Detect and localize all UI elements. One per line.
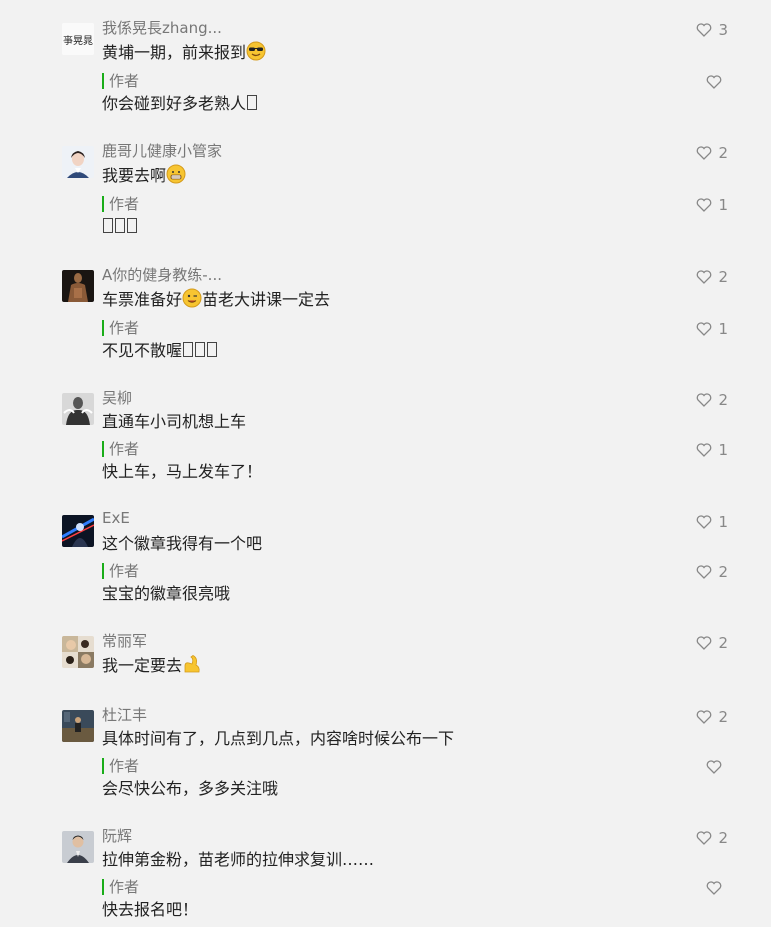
like-button[interactable]: 2 [696, 829, 728, 847]
heart-icon [706, 881, 722, 895]
missing-glyph [195, 342, 206, 357]
like-count: 2 [718, 563, 728, 581]
avatar[interactable] [62, 831, 94, 863]
author-reply-label: 作者 [102, 441, 139, 457]
like-count: 1 [718, 320, 728, 338]
author-reply-label: 作者 [102, 563, 139, 579]
author-reply-label: 作者 [102, 879, 139, 895]
comment-nickname[interactable]: 杜江丰 [102, 704, 147, 725]
heart-icon [697, 198, 712, 212]
sunglasses-emoji-icon [246, 41, 266, 61]
heart-icon [697, 23, 712, 37]
like-count: 2 [718, 144, 728, 162]
heart-icon [697, 443, 712, 457]
like-count: 2 [718, 268, 728, 286]
like-button[interactable]: 3 [696, 21, 728, 39]
reply-text: 宝宝的徽章很亮哦 [102, 584, 231, 603]
heart-icon [706, 75, 722, 89]
comment-text: 直通车小司机想上车 [102, 412, 247, 431]
like-button[interactable]: 2 [696, 391, 728, 409]
like-count: 1 [718, 196, 728, 214]
missing-glyph [127, 218, 137, 233]
author-reply-label: 作者 [102, 196, 139, 212]
like-button[interactable]: 2 [696, 144, 728, 162]
missing-glyph [183, 342, 194, 357]
missing-glyph [103, 218, 113, 233]
heart-icon [697, 515, 712, 529]
avatar[interactable]: 亊晃晁 [62, 23, 94, 55]
reply-like-button[interactable]: 2 [696, 563, 728, 581]
comment-text: 我要去啊 [102, 164, 186, 187]
like-count: 1 [718, 513, 728, 531]
like-button[interactable]: 2 [696, 634, 728, 652]
comment-text: 拉伸第金粉，苗老师的拉伸求复训…… [102, 850, 375, 869]
comment-nickname[interactable]: 鹿哥儿健康小管家 [102, 140, 222, 161]
comment-nickname[interactable]: ExE [102, 509, 130, 527]
svg-text:亊晃晁: 亊晃晁 [63, 35, 93, 47]
reply-text: 不见不散喔 [102, 340, 218, 362]
heart-icon [697, 636, 712, 650]
reply-like-button[interactable]: 1 [696, 196, 728, 214]
comment-nickname[interactable]: 吴柳 [102, 387, 132, 408]
heart-icon [697, 322, 712, 336]
heart-icon [697, 710, 712, 724]
avatar[interactable] [62, 636, 94, 668]
author-reply-label: 作者 [102, 758, 139, 774]
avatar[interactable] [62, 146, 94, 178]
reply-like-button[interactable]: 1 [696, 441, 728, 459]
like-count: 3 [718, 21, 728, 39]
heart-icon [697, 146, 712, 160]
reply-text: 快去报名吧！ [102, 900, 199, 919]
like-button[interactable]: 1 [696, 513, 728, 531]
reply-text [102, 216, 138, 238]
reply-text: 快上车，马上发车了！ [102, 462, 263, 481]
comment-nickname[interactable]: 阮辉 [102, 825, 132, 846]
heart-icon [697, 831, 712, 845]
author-reply-label: 作者 [102, 320, 139, 336]
reply-text: 会尽快公布，多多关注哦 [102, 779, 279, 798]
avatar[interactable] [62, 710, 94, 742]
like-count: 2 [718, 634, 728, 652]
flexed-bicep-emoji-icon [184, 655, 200, 673]
comment-text: 具体时间有了，几点到几点，内容啥时候公布一下 [102, 729, 455, 748]
reply-like-button[interactable] [706, 879, 728, 897]
heart-icon [697, 270, 712, 284]
wink-emoji-icon [182, 288, 202, 308]
heart-icon [697, 565, 712, 579]
like-count: 2 [718, 708, 728, 726]
comment-text: 这个徽章我得有一个吧 [102, 534, 263, 553]
heart-icon [697, 393, 712, 407]
avatar[interactable] [62, 270, 94, 302]
avatar[interactable] [62, 515, 94, 547]
like-button[interactable]: 2 [696, 708, 728, 726]
heart-icon [706, 760, 722, 774]
missing-glyph [207, 342, 218, 357]
author-reply-label: 作者 [102, 73, 139, 89]
like-count: 2 [718, 391, 728, 409]
reply-text: 你会碰到好多老熟人 [102, 93, 258, 115]
missing-glyph [247, 95, 258, 110]
avatar[interactable] [62, 393, 94, 425]
comment-text: 我一定要去 [102, 654, 202, 677]
grimace-emoji-icon [166, 164, 186, 184]
comment-text: 车票准备好 苗老大讲课一定去 [102, 288, 331, 309]
reply-like-button[interactable]: 1 [696, 320, 728, 338]
comment-nickname[interactable]: A你的健身教练-... [102, 264, 222, 285]
comment-nickname[interactable]: 我係晃長zhang... [102, 17, 222, 38]
reply-like-button[interactable] [706, 73, 728, 91]
comment-nickname[interactable]: 常丽军 [102, 630, 147, 651]
missing-glyph [115, 218, 125, 233]
like-button[interactable]: 2 [696, 268, 728, 286]
comment-text: 黄埔一期，前来报到 [102, 41, 266, 64]
like-count: 2 [718, 829, 728, 847]
reply-like-button[interactable] [706, 758, 728, 776]
like-count: 1 [718, 441, 728, 459]
